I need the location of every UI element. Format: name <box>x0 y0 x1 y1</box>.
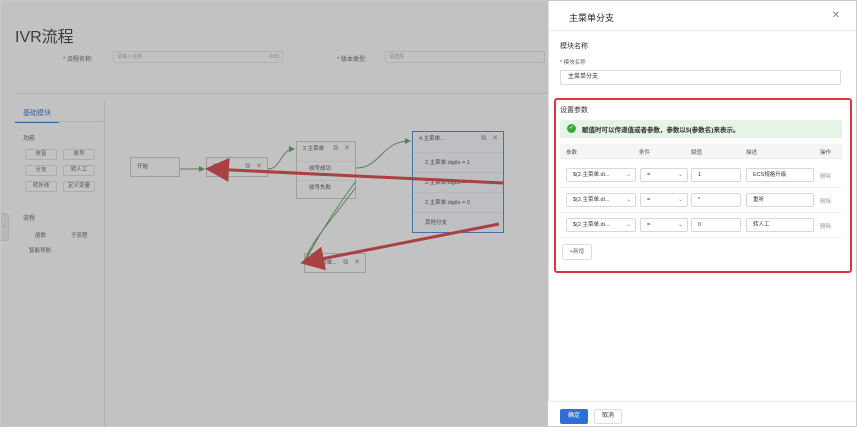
desc-input[interactable]: ECS规格升级 <box>746 168 814 182</box>
node-start[interactable]: 开始 <box>130 157 180 177</box>
condition-select[interactable]: = ⌄ <box>640 218 688 232</box>
palette-item-transfer-external[interactable]: 转外线 <box>25 181 57 192</box>
port-collect-success[interactable]: 收号成功 <box>297 161 355 175</box>
flow-name-input[interactable]: 请输入名称 0/30 <box>113 51 283 63</box>
node-start-label: 开始 <box>137 164 149 170</box>
chevron-down-icon: ⌄ <box>677 222 683 228</box>
desc-input[interactable]: 转人工 <box>746 218 814 232</box>
version-type-select[interactable]: 请选择 <box>385 51 545 63</box>
params-table-header: 参数 条件 赋值 描述 操作 <box>560 144 842 159</box>
node-branch-title: 4.主菜单... <box>419 136 445 142</box>
table-row: $(2.主菜单.di... ⌄ = ⌄ * 重听 删除 <box>560 188 842 213</box>
th-value: 赋值 <box>691 150 703 156</box>
param-select[interactable]: $(2.主菜单.di... ⌄ <box>566 218 636 232</box>
palette-item-transfer-agent[interactable]: 转人工 <box>63 165 95 176</box>
port-collect-fail[interactable]: 收号失败 <box>297 180 355 194</box>
app-window: IVR流程 * 流程名称: 请输入名称 0/30 * 版本类型: 请选择 基础模… <box>0 0 857 427</box>
module-name-input[interactable]: 主菜单分支 <box>560 70 841 85</box>
tab-underline <box>15 121 103 122</box>
params-section-title: 设置参数 <box>560 107 588 114</box>
palette-item-define-variable[interactable]: 定义变量 <box>63 181 95 192</box>
value-input[interactable]: 0 <box>691 218 741 232</box>
value-input[interactable]: 1 <box>691 168 741 182</box>
divider <box>15 93 548 94</box>
flow-name-placeholder: 请输入名称 <box>117 54 143 60</box>
chevron-down-icon: ⌄ <box>677 172 683 178</box>
module-field-label: * 模块名称 <box>560 60 586 66</box>
version-type-label: * 版本类型: <box>337 57 367 63</box>
port-branch-star[interactable]: 2.主菜单.digits = * <box>413 172 503 192</box>
condition-select[interactable]: = ⌄ <box>640 193 688 207</box>
palette-item-branch[interactable]: 分支 <box>25 165 57 176</box>
delete-row-link[interactable]: 删除 <box>820 172 831 180</box>
th-desc: 描述 <box>746 150 758 156</box>
add-row-button[interactable]: +新增 <box>562 244 592 260</box>
palette-item-function[interactable]: 函数 <box>35 231 46 239</box>
chevron-down-icon: ⌄ <box>625 172 631 178</box>
node-actions-icon[interactable]: ⧉ ✕ <box>481 132 500 146</box>
alert-text: 赋值时可以传递值或者参数，参数以$(参数名)来表示。 <box>582 127 740 134</box>
port-branch-0[interactable]: 2.主菜单.digits = 0 <box>413 192 503 212</box>
condition-select[interactable]: = ⌄ <box>640 168 688 182</box>
chevron-down-icon: ⌄ <box>677 197 683 203</box>
flow-name-counter: 0/30 <box>269 54 279 60</box>
info-alert: ✓ 赋值时可以传递值或者参数，参数以$(参数名)来表示。 <box>560 120 842 138</box>
function-section-label: 功能 <box>23 136 36 142</box>
page-title: IVR流程 <box>15 29 74 46</box>
palette-item-smart-nav[interactable]: 智能导航 <box>29 246 51 254</box>
close-icon[interactable]: ✕ <box>832 10 840 21</box>
confirm-button[interactable]: 确定 <box>560 409 588 424</box>
param-select[interactable]: $(2.主菜单.di... ⌄ <box>566 168 636 182</box>
node-main-menu[interactable]: 2.主菜单 ⧉ ✕ 收号成功 收号失败 <box>296 141 356 199</box>
th-param: 参数 <box>566 150 578 156</box>
version-type-placeholder: 请选择 <box>389 54 405 60</box>
module-section-title: 模块名称 <box>560 43 588 50</box>
node-main-menu-title: 2.主菜单 <box>303 146 325 152</box>
flow-name-label: * 流程名称: <box>63 57 93 63</box>
palette-item-collect[interactable]: 收号 <box>63 149 95 160</box>
collapse-panel-tab[interactable]: ‹ <box>1 213 9 241</box>
delete-row-link[interactable]: 删除 <box>820 197 831 205</box>
palette-item-playback[interactable]: 放音 <box>25 149 57 160</box>
node-actions-icon[interactable]: ⧉ ✕ <box>333 142 352 156</box>
node-branch[interactable]: 4.主菜单... ⧉ ✕ 2.主菜单.digits = 1 2.主菜单.digi… <box>412 131 504 233</box>
cancel-button[interactable]: 取消 <box>594 409 622 424</box>
palette-item-subflow[interactable]: 子流程 <box>71 231 88 239</box>
drawer-header: 主菜单分支 ✕ <box>549 1 856 31</box>
node-submenu-label: 3.主菜单... <box>311 260 337 266</box>
table-row: $(2.主菜单.di... ⌄ = ⌄ 0 转人工 删除 <box>560 213 842 238</box>
param-select[interactable]: $(2.主菜单.di... ⌄ <box>566 193 636 207</box>
drawer-title: 主菜单分支 <box>569 13 615 23</box>
chevron-down-icon: ⌄ <box>625 197 631 203</box>
flow-canvas[interactable]: 开始 放音播 ⧉ ✕ 2.主菜单 ⧉ ✕ 收号成功 收号失败 4.主菜单... <box>106 101 548 426</box>
node-submenu[interactable]: 3.主菜单... ⧉ ✕ <box>304 253 366 273</box>
flow-form: * 流程名称: 请输入名称 0/30 * 版本类型: 请选择 <box>1 51 548 65</box>
check-circle-icon: ✓ <box>567 124 576 133</box>
drawer-footer: 确定 取消 <box>548 401 856 426</box>
module-palette: 基础模块 功能 放音 收号 分支 转人工 转外线 定义变量 流程 函数 子流程 … <box>15 101 105 426</box>
node-playback[interactable]: 放音播 ⧉ ✕ <box>206 157 268 177</box>
value-input[interactable]: * <box>691 193 741 207</box>
port-branch-1[interactable]: 2.主菜单.digits = 1 <box>413 152 503 172</box>
chevron-down-icon: ⌄ <box>625 222 631 228</box>
node-playback-label: 放音播 <box>213 164 230 170</box>
delete-row-link[interactable]: 删除 <box>820 222 831 230</box>
table-row: $(2.主菜单.di... ⌄ = ⌄ 1 ECS规格升级 删除 <box>560 163 842 188</box>
node-actions-icon[interactable]: ⧉ ✕ <box>245 158 264 176</box>
port-branch-other[interactable]: 其他分支 <box>413 212 503 232</box>
node-actions-icon[interactable]: ⧉ ✕ <box>343 254 362 272</box>
ivr-flow-page: IVR流程 * 流程名称: 请输入名称 0/30 * 版本类型: 请选择 基础模… <box>1 1 548 426</box>
th-condition: 条件 <box>639 150 651 156</box>
desc-input[interactable]: 重听 <box>746 193 814 207</box>
th-action: 操作 <box>820 150 832 156</box>
flow-section-label: 流程 <box>23 216 36 222</box>
